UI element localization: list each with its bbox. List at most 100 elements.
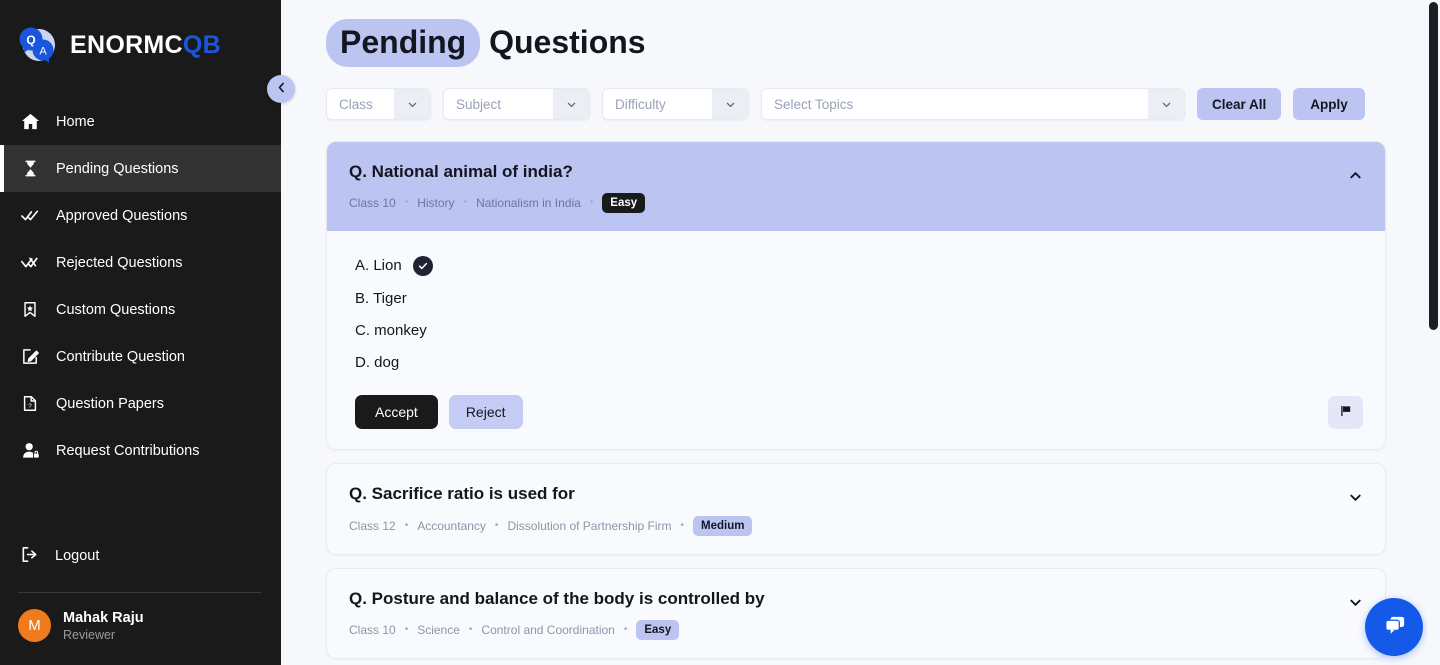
svg-text:?: ? <box>28 403 32 410</box>
sidebar-nav: Home Pending Questions Approved Question… <box>0 98 281 474</box>
meta-separator: • <box>494 519 499 531</box>
question-card: Q. National animal of india? Class 10 • … <box>326 141 1386 451</box>
question-card: Q. Posture and balance of the body is co… <box>326 567 1386 660</box>
sidebar-item-label: Contribute Question <box>56 348 185 365</box>
logout-button[interactable]: Logout <box>0 533 281 580</box>
chevron-left-icon <box>275 81 288 97</box>
class-filter[interactable]: Class <box>326 88 431 120</box>
question-topic: Dissolution of Partnership Firm <box>507 518 672 533</box>
meta-separator: • <box>404 197 409 209</box>
correct-answer-check-icon <box>412 256 433 277</box>
subject-filter-value[interactable]: Subject <box>444 89 553 119</box>
accept-button[interactable]: Accept <box>355 395 438 430</box>
option-label: A. Lion <box>355 257 402 275</box>
question-title: Q. National animal of india? <box>349 162 573 181</box>
question-topic: Nationalism in India <box>476 196 581 211</box>
page-scrollbar[interactable] <box>1427 0 1440 665</box>
class-filter-value[interactable]: Class <box>327 89 394 119</box>
sidebar-item-label: Rejected Questions <box>56 254 183 271</box>
chevron-down-icon[interactable] <box>712 89 748 119</box>
sidebar-item-label: Question Papers <box>56 395 165 412</box>
qa-bubbles-logo-icon: Q A <box>14 22 60 68</box>
question-list: Q. National animal of india? Class 10 • … <box>326 141 1386 665</box>
difficulty-badge: Easy <box>636 620 680 641</box>
filter-bar: Class Subject Difficulty Select Topics C… <box>326 88 1386 120</box>
main-inner: Pending Questions Class Subject Difficul… <box>281 0 1440 665</box>
question-title: Q. Posture and balance of the body is co… <box>349 588 765 608</box>
question-subject: Accountancy <box>417 518 486 533</box>
chevron-down-icon[interactable] <box>1348 589 1363 615</box>
app-root: Q A ENORMCQB Home Pending Questions Appr… <box>0 0 1440 665</box>
chevron-down-icon[interactable] <box>1148 89 1184 119</box>
question-card-header[interactable]: Q. Posture and balance of the body is co… <box>327 569 1385 658</box>
question-card: Q. Sacrifice ratio is used for Class 12 … <box>326 463 1386 555</box>
question-card-header[interactable]: Q. Sacrifice ratio is used for Class 12 … <box>327 464 1385 553</box>
flag-button[interactable] <box>1328 395 1363 429</box>
meta-separator: • <box>680 519 685 531</box>
svg-text:A: A <box>39 46 47 58</box>
sidebar-item-label: Pending Questions <box>56 160 179 177</box>
sidebar: Q A ENORMCQB Home Pending Questions Appr… <box>0 0 281 665</box>
topics-filter-value[interactable]: Select Topics <box>762 89 1148 119</box>
question-class: Class 10 <box>349 623 396 638</box>
sidebar-item-approved-questions[interactable]: Approved Questions <box>0 192 281 239</box>
page-title-rest: Questions <box>489 24 646 60</box>
bookmark-star-icon <box>20 300 40 320</box>
meta-separator: • <box>404 624 409 636</box>
chevron-down-icon[interactable] <box>394 89 430 119</box>
brand[interactable]: Q A ENORMCQB <box>0 0 281 92</box>
clear-all-button[interactable]: Clear All <box>1197 88 1282 120</box>
sidebar-item-label: Custom Questions <box>56 301 176 318</box>
option-row[interactable]: C. monkey <box>355 315 1363 347</box>
question-meta: Class 12 • Accountancy • Dissolution of … <box>349 515 753 536</box>
meta-separator: • <box>463 197 468 209</box>
question-card-summary: Q. Posture and balance of the body is co… <box>349 588 765 641</box>
logout-icon <box>20 545 39 568</box>
question-subject: History <box>417 196 455 211</box>
sidebar-item-contribute-question[interactable]: Contribute Question <box>0 333 281 380</box>
meta-separator: • <box>589 197 594 209</box>
question-class: Class 12 <box>349 518 396 533</box>
chat-bubbles-icon <box>1381 612 1408 642</box>
option-row[interactable]: B. Tiger <box>355 283 1363 315</box>
question-card-header[interactable]: Q. National animal of india? Class 10 • … <box>327 142 1385 232</box>
scrollbar-thumb[interactable] <box>1429 2 1438 330</box>
home-icon <box>20 112 40 132</box>
difficulty-filter[interactable]: Difficulty <box>602 88 749 120</box>
topics-filter[interactable]: Select Topics <box>761 88 1185 120</box>
meta-separator: • <box>468 624 473 636</box>
sidebar-item-home[interactable]: Home <box>0 98 281 145</box>
sidebar-item-label: Approved Questions <box>56 207 188 224</box>
reject-button[interactable]: Reject <box>448 395 523 430</box>
logout-label: Logout <box>55 548 100 565</box>
chevron-up-icon[interactable] <box>1348 162 1363 188</box>
question-card-body: A. Lion B. Tiger C. monkey D. dog Accept… <box>327 231 1385 450</box>
chevron-down-icon[interactable] <box>1348 484 1363 510</box>
user-info: Mahak Raju Reviewer <box>63 609 144 643</box>
sidebar-item-rejected-questions[interactable]: Rejected Questions <box>0 239 281 286</box>
sidebar-item-question-papers[interactable]: ? Question Papers <box>0 380 281 427</box>
double-check-icon <box>20 206 40 226</box>
subject-filter[interactable]: Subject <box>443 88 590 120</box>
question-actions: Accept Reject <box>355 395 1363 430</box>
question-class: Class 10 <box>349 196 396 211</box>
chevron-down-icon[interactable] <box>553 89 589 119</box>
file-question-icon: ? <box>20 394 40 414</box>
option-label: D. dog <box>355 354 400 372</box>
main-content: Pending Questions Class Subject Difficul… <box>281 0 1440 665</box>
sidebar-item-custom-questions[interactable]: Custom Questions <box>0 286 281 333</box>
option-row[interactable]: A. Lion <box>355 249 1363 283</box>
meta-separator: • <box>623 624 628 636</box>
sidebar-item-request-contributions[interactable]: Request Contributions <box>0 427 281 474</box>
avatar: M <box>18 609 51 643</box>
user-profile[interactable]: M Mahak Raju Reviewer <box>0 593 281 665</box>
chat-support-button[interactable] <box>1365 598 1423 656</box>
difficulty-filter-value[interactable]: Difficulty <box>603 89 712 119</box>
sidebar-item-pending-questions[interactable]: Pending Questions <box>0 145 281 192</box>
option-row[interactable]: D. dog <box>355 347 1363 379</box>
apply-button[interactable]: Apply <box>1293 88 1365 120</box>
meta-separator: • <box>404 519 409 531</box>
sidebar-collapse-button[interactable] <box>267 75 295 103</box>
flag-icon <box>1339 404 1353 421</box>
